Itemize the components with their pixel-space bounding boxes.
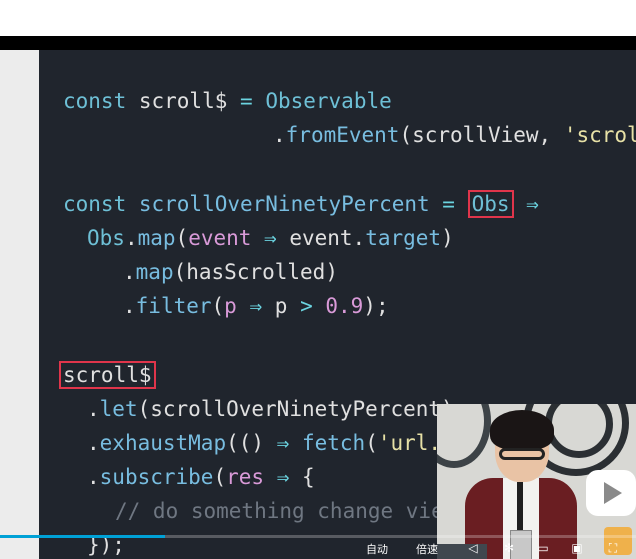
code-dot: . (273, 123, 286, 147)
code-param: res (226, 465, 265, 489)
code-line-7: .filter(p ⇒ p > 0.9); (123, 291, 389, 321)
code-keyword: const (63, 192, 139, 216)
code-function: fromEvent (285, 123, 400, 147)
speaker-hair (490, 410, 554, 450)
code-type: Observable (265, 89, 392, 113)
volume-icon[interactable]: ◁ (466, 541, 480, 555)
code-dot: . (124, 226, 138, 250)
code-arrow: ⇒ (513, 192, 539, 216)
backdrop-logo-arc (437, 404, 491, 468)
play-icon[interactable] (586, 470, 636, 516)
code-function: map (137, 226, 176, 250)
code-number: 0.9 (312, 294, 364, 318)
code-function: let (99, 397, 138, 421)
code-line-13: // do something change view (115, 496, 456, 526)
code-operator: = (227, 89, 266, 113)
code-paren: ( (175, 226, 189, 250)
code-arrow: ⇒ (236, 294, 275, 318)
code-dot: . (123, 294, 136, 318)
code-paren: ) (441, 226, 454, 250)
autoplay-label[interactable]: 自动 (366, 541, 388, 557)
highlighted-stream: scroll$ (59, 361, 156, 389)
code-paren: ( (211, 294, 225, 318)
fullscreen-icon[interactable]: ⛶ (606, 541, 620, 555)
code-paren: ) (325, 260, 338, 284)
code-function-name: scrollOverNinetyPercent (138, 192, 430, 216)
slide-left-margin (0, 50, 39, 559)
speaker-glasses (499, 448, 545, 460)
code-property: target (365, 226, 442, 250)
code-paren: ); (363, 294, 389, 318)
code-string: 'url. (377, 431, 442, 455)
code-paren: ( (137, 397, 151, 421)
code-operator: > (300, 294, 313, 318)
code-line-4: const scrollOverNinetyPercent = Obs ⇒ (63, 189, 539, 219)
code-operator: = (429, 192, 468, 216)
settings-icon[interactable]: ✻ (502, 541, 516, 555)
code-line-12: .subscribe(res ⇒ { (87, 462, 315, 492)
code-dot: . (87, 465, 100, 489)
page-header-blank (0, 0, 636, 36)
code-arrow: ⇒ (276, 431, 302, 455)
code-expr: event. (289, 226, 366, 250)
speed-label[interactable]: 倍速 (416, 541, 438, 557)
code-line-6: .map(hasScrolled) (123, 257, 338, 287)
code-dot: . (123, 260, 136, 284)
code-variable: scroll$ (138, 89, 228, 113)
player-controls: 自动 倍速 ◁ ✻ ▭ ▣ ⛶ (0, 538, 636, 559)
highlighted-param: Obs (467, 190, 514, 218)
code-param: event (188, 226, 252, 250)
code-keyword: const (63, 89, 139, 113)
code-arrow: ⇒ (264, 465, 302, 489)
code-paren: ( (213, 465, 227, 489)
code-line-1: const scroll$ = Observable (63, 86, 392, 116)
code-paren: ( (365, 431, 378, 455)
pip-icon[interactable]: ▣ (570, 541, 584, 555)
code-function: filter (135, 294, 212, 318)
code-brace: { (301, 465, 315, 489)
speaker-lanyard (517, 482, 523, 532)
code-string: 'scroll (563, 123, 636, 147)
code-arg: hasScrolled (186, 260, 326, 284)
code-line-11: .exhaustMap(() ⇒ fetch('url. (87, 428, 441, 458)
code-paren: ( (173, 260, 187, 284)
code-dot: . (87, 431, 100, 455)
danmaku-icon[interactable]: ▭ (536, 541, 550, 555)
code-function: subscribe (99, 465, 214, 489)
code-arrow: ⇒ (251, 226, 290, 250)
code-line-2: .fromEvent(scrollView, 'scroll (273, 120, 636, 150)
code-paren: (() (226, 431, 277, 455)
code-type: Obs (87, 226, 125, 250)
code-function: exhaustMap (99, 431, 227, 455)
code-function: map (135, 260, 174, 284)
code-line-10: .let(scrollOverNinetyPercent) (87, 394, 454, 424)
code-param: p (224, 294, 237, 318)
code-line-5: Obs.map(event ⇒ event.target) (87, 223, 454, 253)
code-args: (scrollView, (399, 123, 564, 147)
code-line-9: scroll$ (59, 360, 156, 390)
code-expr: p (274, 294, 301, 318)
code-arg: scrollOverNinetyPercent (150, 397, 442, 421)
code-function: fetch (301, 431, 366, 455)
code-comment: // do something change view (115, 499, 457, 523)
code-dot: . (87, 397, 100, 421)
